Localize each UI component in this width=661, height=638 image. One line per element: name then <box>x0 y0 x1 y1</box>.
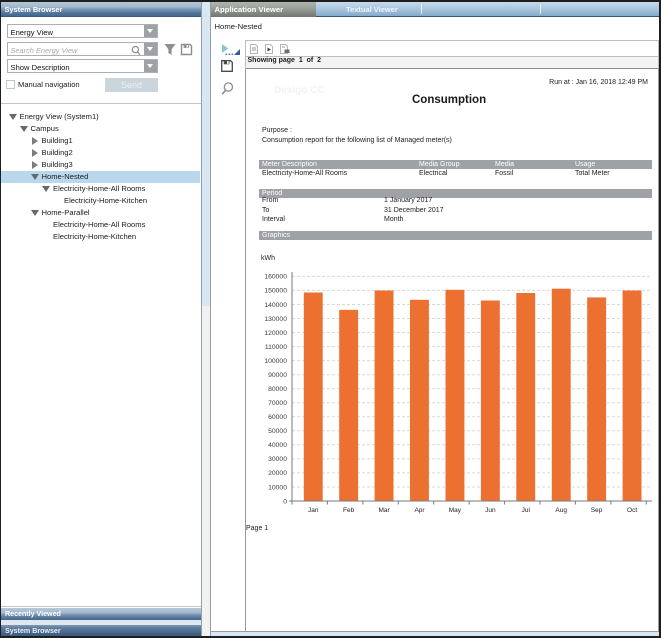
svg-text:140000: 140000 <box>264 302 287 309</box>
svg-text:Apr: Apr <box>414 507 425 514</box>
svg-text:Mar: Mar <box>378 507 390 514</box>
svg-text:0: 0 <box>283 498 287 505</box>
svg-text:Jul: Jul <box>522 507 531 514</box>
svg-text:150000: 150000 <box>264 288 287 295</box>
svg-text:160000: 160000 <box>264 274 287 281</box>
svg-text:130000: 130000 <box>264 316 287 323</box>
svg-text:120000: 120000 <box>264 330 287 337</box>
svg-text:20000: 20000 <box>268 470 287 477</box>
svg-text:100000: 100000 <box>264 358 287 365</box>
svg-text:60000: 60000 <box>268 414 287 421</box>
svg-text:Jun: Jun <box>485 507 496 514</box>
svg-text:70000: 70000 <box>268 400 287 407</box>
svg-text:80000: 80000 <box>268 386 287 393</box>
svg-text:30000: 30000 <box>268 456 287 463</box>
svg-text:40000: 40000 <box>268 442 287 449</box>
svg-text:Feb: Feb <box>343 507 355 514</box>
svg-text:May: May <box>449 507 462 514</box>
svg-text:50000: 50000 <box>268 428 287 435</box>
svg-text:Oct: Oct <box>627 507 637 514</box>
svg-text:90000: 90000 <box>268 372 287 379</box>
svg-text:10000: 10000 <box>268 484 287 491</box>
svg-text:110000: 110000 <box>265 344 287 351</box>
svg-text:Sep: Sep <box>591 507 603 514</box>
svg-text:Jan: Jan <box>308 507 319 514</box>
svg-text:Aug: Aug <box>555 507 567 514</box>
